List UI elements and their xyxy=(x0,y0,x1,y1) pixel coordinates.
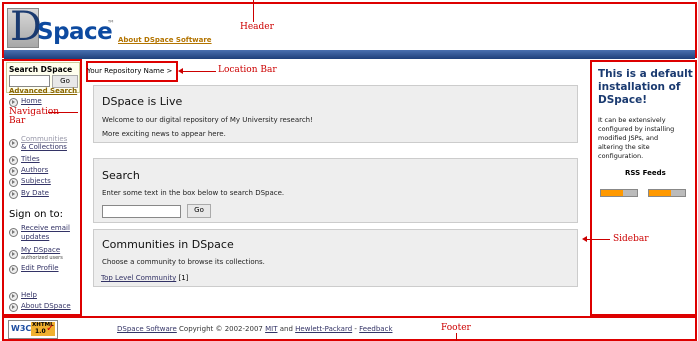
help-bullet-icon xyxy=(9,292,18,301)
communities-panel-instructions: Choose a community to browse its collect… xyxy=(102,258,265,266)
communities-panel: Communities in DSpace Choose a community… xyxy=(93,229,578,287)
sidebar-heading-line1: This is a default xyxy=(598,68,693,80)
about-dspace-software-link[interactable]: About DSpace Software xyxy=(118,36,212,44)
by-date-bullet-icon xyxy=(9,190,18,199)
dspace-live-welcome: Welcome to our digital repository of My … xyxy=(102,116,313,124)
dspace-software-link[interactable]: DSpace Software xyxy=(117,325,177,333)
titles-bullet-icon xyxy=(9,156,18,165)
footer-and: and xyxy=(279,325,293,333)
search-heading: Search DSpace xyxy=(9,65,73,74)
hewlett-packard-link[interactable]: Hewlett-Packard xyxy=(295,325,352,333)
copyright-text: Copyright © 2002-2007 xyxy=(179,325,263,333)
sidebar-arrowhead-annotation xyxy=(582,236,587,242)
subjects-bullet-icon xyxy=(9,178,18,187)
authorized-users-note: authorized users xyxy=(21,255,63,261)
rss-feeds-title: RSS Feeds xyxy=(625,169,666,177)
sidebar-description: It can be extensively configured by inst… xyxy=(598,116,674,161)
nav-subjects-link[interactable]: Subjects xyxy=(21,177,51,185)
location-arrowhead-annotation xyxy=(178,68,183,74)
communities-bullet-icon xyxy=(9,139,18,148)
my-dspace-bullet-icon xyxy=(9,250,18,259)
search-panel: Search Enter some text in the box below … xyxy=(93,158,578,223)
communities-panel-title: Communities in DSpace xyxy=(102,238,234,251)
logo-trademark: ™ xyxy=(107,19,115,28)
w3c-logo: W3C xyxy=(11,324,32,333)
sidebar-description-line4: altering the site xyxy=(598,143,650,151)
receive-email-bullet-icon xyxy=(9,228,18,237)
receive-email-updates-link-line2[interactable]: updates xyxy=(21,233,49,241)
sidebar-heading: This is a default installation of DSpace… xyxy=(598,68,693,107)
dspace-logo[interactable]: D Space ™ xyxy=(7,4,115,50)
authors-bullet-icon xyxy=(9,167,18,176)
header-annotation: Header xyxy=(240,22,274,32)
nav-home-link[interactable]: Home xyxy=(21,97,42,105)
footer-text: DSpace Software Copyright © 2002-2007 MI… xyxy=(117,325,393,333)
edit-profile-link[interactable]: Edit Profile xyxy=(21,264,59,272)
my-dspace-link[interactable]: My DSpace xyxy=(21,246,60,254)
footer-dash: - xyxy=(354,325,357,333)
checkmark-icon: ✓ xyxy=(46,323,55,334)
dspace-live-news: More exciting news to appear here. xyxy=(102,130,226,138)
rss-feed-2-icon[interactable] xyxy=(648,189,686,197)
logo-space: Space xyxy=(37,19,113,45)
sidebar-description-line3: modified JSPs, and xyxy=(598,134,659,142)
help-link[interactable]: Help xyxy=(21,291,37,299)
sign-on-heading: Sign on to: xyxy=(9,209,64,220)
top-level-community-row: Top Level Community [1] xyxy=(101,274,188,282)
sidebar-description-line1: It can be extensively xyxy=(598,116,666,124)
sidebar-heading-line2: installation of xyxy=(598,81,681,93)
search-panel-title: Search xyxy=(102,169,140,182)
home-bullet-icon xyxy=(9,98,18,107)
navigation-arrow-annotation xyxy=(48,112,78,113)
location-breadcrumb[interactable]: Your Repository Name > xyxy=(87,67,172,75)
dspace-live-panel: DSpace is Live Welcome to our digital re… xyxy=(93,85,578,143)
sidebar-description-line2: configured by installing xyxy=(598,125,675,133)
about-dspace-link[interactable]: About DSpace xyxy=(21,302,71,310)
search-panel-instructions: Enter some text in the box below to sear… xyxy=(102,189,285,197)
footer-annotation: Footer xyxy=(441,323,471,333)
nav-communities-link-line1[interactable]: Communities xyxy=(21,135,67,143)
header-line-annotation xyxy=(253,0,254,22)
location-annotation: Location Bar xyxy=(218,65,277,75)
dspace-live-title: DSpace is Live xyxy=(102,95,183,108)
nav-by-date-link[interactable]: By Date xyxy=(21,189,49,197)
sidebar-annotation: Sidebar xyxy=(613,234,649,244)
about-dspace-bullet-icon xyxy=(9,303,18,312)
main-search-input[interactable] xyxy=(102,205,181,218)
header-band xyxy=(4,50,695,59)
footer-line-annotation xyxy=(456,333,457,341)
nav-search-input[interactable] xyxy=(9,75,50,87)
sidebar-heading-line3: DSpace! xyxy=(598,94,648,106)
main-search-go-button[interactable]: Go xyxy=(187,204,211,218)
navigation-annotation-line2: Bar xyxy=(9,116,26,126)
rss-feed-1-icon[interactable] xyxy=(600,189,638,197)
edit-profile-bullet-icon xyxy=(9,265,18,274)
feedback-link[interactable]: Feedback xyxy=(359,325,392,333)
sidebar-description-line5: configuration. xyxy=(598,152,644,160)
advanced-search-link[interactable]: Advanced Search xyxy=(9,87,77,95)
xhtml-version: 1.0 xyxy=(35,328,46,335)
nav-authors-link[interactable]: Authors xyxy=(21,166,48,174)
nav-titles-link[interactable]: Titles xyxy=(21,155,40,163)
sidebar-arrow-annotation xyxy=(584,239,610,240)
mit-link[interactable]: MIT xyxy=(265,325,277,333)
xhtml-validator-badge[interactable]: W3C XHTML 1.0 ✓ xyxy=(8,320,58,339)
location-arrow-annotation xyxy=(180,71,216,72)
receive-email-updates-link-line1[interactable]: Receive email xyxy=(21,224,70,232)
top-level-community-count: [1] xyxy=(178,274,189,282)
top-level-community-link[interactable]: Top Level Community xyxy=(101,274,176,282)
nav-communities-link-line2[interactable]: & Collections xyxy=(21,143,67,151)
